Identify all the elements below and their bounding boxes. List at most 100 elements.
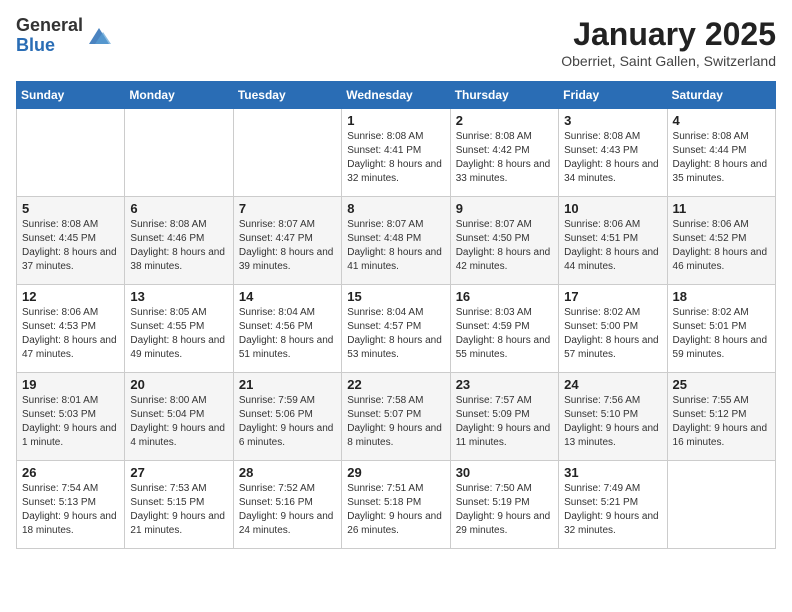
day-info: Sunrise: 8:03 AM Sunset: 4:59 PM Dayligh… [456,306,553,362]
logo-icon [85,22,113,50]
col-header-sunday: Sunday [17,82,125,109]
calendar-cell: 30 Sunrise: 7:50 AM Sunset: 5:19 PM Dayli… [450,461,558,549]
calendar-cell: 3Sunrise: 8:08 AM Sunset: 4:43 PM Daylig… [559,109,667,197]
day-number: 29 [347,465,444,480]
calendar-week-row: 26 Sunrise: 7:54 AM Sunset: 5:13 PM Dayli… [17,461,776,549]
day-info: Sunrise: 8:07 AM Sunset: 4:48 PM Dayligh… [347,218,444,274]
day-info: Sunrise: 8:08 AM Sunset: 4:44 PM Dayligh… [673,130,770,186]
day-info: Sunrise: 7:50 AM Sunset: 5:19 PM Dayligh… [456,482,553,538]
calendar-cell [125,109,233,197]
calendar-week-row: 1 Sunrise: 8:08 AM Sunset: 4:41 PM Daylig… [17,109,776,197]
calendar-cell: 9 Sunrise: 8:07 AM Sunset: 4:50 PM Daylig… [450,197,558,285]
day-number: 28 [239,465,336,480]
calendar-week-row: 12 Sunrise: 8:06 AM Sunset: 4:53 PM Dayli… [17,285,776,373]
day-info: Sunrise: 7:54 AM Sunset: 5:13 PM Dayligh… [22,482,119,538]
calendar-cell: 26 Sunrise: 7:54 AM Sunset: 5:13 PM Dayli… [17,461,125,549]
col-header-friday: Friday [559,82,667,109]
day-number: 13 [130,289,227,304]
day-number: 15 [347,289,444,304]
calendar-cell: 13 Sunrise: 8:05 AM Sunset: 4:55 PM Dayli… [125,285,233,373]
calendar-cell: 23 Sunrise: 7:57 AM Sunset: 5:09 PM Dayli… [450,373,558,461]
calendar-cell: 12 Sunrise: 8:06 AM Sunset: 4:53 PM Dayli… [17,285,125,373]
col-header-tuesday: Tuesday [233,82,341,109]
day-number: 4 [673,113,770,128]
calendar-cell: 5Sunrise: 8:08 AM Sunset: 4:45 PM Daylig… [17,197,125,285]
day-number: 17 [564,289,661,304]
day-info: Sunrise: 8:07 AM Sunset: 4:50 PM Dayligh… [456,218,553,274]
day-number: 14 [239,289,336,304]
day-info: Sunrise: 8:02 AM Sunset: 5:00 PM Dayligh… [564,306,661,362]
day-info: Sunrise: 8:04 AM Sunset: 4:56 PM Dayligh… [239,306,336,362]
day-info: Sunrise: 7:57 AM Sunset: 5:09 PM Dayligh… [456,394,553,450]
calendar-cell: 18Sunrise: 8:02 AM Sunset: 5:01 PM Dayli… [667,285,775,373]
day-info: Sunrise: 8:02 AM Sunset: 5:01 PM Dayligh… [673,306,770,362]
calendar-cell: 29 Sunrise: 7:51 AM Sunset: 5:18 PM Dayli… [342,461,450,549]
day-info: Sunrise: 7:53 AM Sunset: 5:15 PM Dayligh… [130,482,227,538]
day-info: Sunrise: 8:08 AM Sunset: 4:41 PM Dayligh… [347,130,444,186]
day-info: Sunrise: 8:08 AM Sunset: 4:42 PM Dayligh… [456,130,553,186]
day-number: 26 [22,465,119,480]
calendar-week-row: 5Sunrise: 8:08 AM Sunset: 4:45 PM Daylig… [17,197,776,285]
day-info: Sunrise: 8:08 AM Sunset: 4:46 PM Dayligh… [130,218,227,274]
calendar-cell: 24Sunrise: 7:56 AM Sunset: 5:10 PM Dayli… [559,373,667,461]
col-header-monday: Monday [125,82,233,109]
day-number: 6 [130,201,227,216]
calendar-header-row: SundayMondayTuesdayWednesdayThursdayFrid… [17,82,776,109]
day-info: Sunrise: 7:49 AM Sunset: 5:21 PM Dayligh… [564,482,661,538]
calendar-table: SundayMondayTuesdayWednesdayThursdayFrid… [16,81,776,549]
calendar-cell: 21 Sunrise: 7:59 AM Sunset: 5:06 PM Dayli… [233,373,341,461]
calendar-cell: 11Sunrise: 8:06 AM Sunset: 4:52 PM Dayli… [667,197,775,285]
day-info: Sunrise: 7:52 AM Sunset: 5:16 PM Dayligh… [239,482,336,538]
day-info: Sunrise: 8:06 AM Sunset: 4:53 PM Dayligh… [22,306,119,362]
day-info: Sunrise: 8:04 AM Sunset: 4:57 PM Dayligh… [347,306,444,362]
day-number: 23 [456,377,553,392]
day-number: 1 [347,113,444,128]
calendar-cell: 20Sunrise: 8:00 AM Sunset: 5:04 PM Dayli… [125,373,233,461]
calendar-cell [17,109,125,197]
calendar-cell: 6 Sunrise: 8:08 AM Sunset: 4:46 PM Daylig… [125,197,233,285]
calendar-cell: 2 Sunrise: 8:08 AM Sunset: 4:42 PM Daylig… [450,109,558,197]
logo-blue-text: Blue [16,36,83,56]
day-info: Sunrise: 8:07 AM Sunset: 4:47 PM Dayligh… [239,218,336,274]
calendar-cell [667,461,775,549]
day-info: Sunrise: 7:59 AM Sunset: 5:06 PM Dayligh… [239,394,336,450]
col-header-saturday: Saturday [667,82,775,109]
calendar-cell: 14 Sunrise: 8:04 AM Sunset: 4:56 PM Dayli… [233,285,341,373]
day-number: 8 [347,201,444,216]
day-number: 3 [564,113,661,128]
day-info: Sunrise: 8:06 AM Sunset: 4:51 PM Dayligh… [564,218,661,274]
calendar-cell: 4 Sunrise: 8:08 AM Sunset: 4:44 PM Daylig… [667,109,775,197]
calendar-cell: 31Sunrise: 7:49 AM Sunset: 5:21 PM Dayli… [559,461,667,549]
calendar-cell: 16 Sunrise: 8:03 AM Sunset: 4:59 PM Dayli… [450,285,558,373]
day-number: 19 [22,377,119,392]
day-info: Sunrise: 7:51 AM Sunset: 5:18 PM Dayligh… [347,482,444,538]
calendar-cell: 10 Sunrise: 8:06 AM Sunset: 4:51 PM Dayli… [559,197,667,285]
calendar-cell [233,109,341,197]
day-info: Sunrise: 8:01 AM Sunset: 5:03 PM Dayligh… [22,394,119,450]
calendar-cell: 8 Sunrise: 8:07 AM Sunset: 4:48 PM Daylig… [342,197,450,285]
day-number: 22 [347,377,444,392]
day-number: 10 [564,201,661,216]
calendar-cell: 19 Sunrise: 8:01 AM Sunset: 5:03 PM Dayli… [17,373,125,461]
day-info: Sunrise: 8:08 AM Sunset: 4:45 PM Dayligh… [22,218,119,274]
day-number: 21 [239,377,336,392]
calendar-cell: 28 Sunrise: 7:52 AM Sunset: 5:16 PM Dayli… [233,461,341,549]
day-number: 11 [673,201,770,216]
day-info: Sunrise: 7:58 AM Sunset: 5:07 PM Dayligh… [347,394,444,450]
day-number: 2 [456,113,553,128]
calendar-cell: 17 Sunrise: 8:02 AM Sunset: 5:00 PM Dayli… [559,285,667,373]
calendar-week-row: 19 Sunrise: 8:01 AM Sunset: 5:03 PM Dayli… [17,373,776,461]
day-number: 12 [22,289,119,304]
logo: General Blue [16,16,113,56]
day-number: 16 [456,289,553,304]
day-info: Sunrise: 8:05 AM Sunset: 4:55 PM Dayligh… [130,306,227,362]
calendar-cell: 22 Sunrise: 7:58 AM Sunset: 5:07 PM Dayli… [342,373,450,461]
day-number: 30 [456,465,553,480]
page-header: General Blue January 2025 Oberriet, Sain… [16,16,776,69]
day-number: 9 [456,201,553,216]
month-title: January 2025 [561,16,776,53]
col-header-thursday: Thursday [450,82,558,109]
calendar-cell: 25Sunrise: 7:55 AM Sunset: 5:12 PM Dayli… [667,373,775,461]
location: Oberriet, Saint Gallen, Switzerland [561,53,776,69]
day-number: 24 [564,377,661,392]
